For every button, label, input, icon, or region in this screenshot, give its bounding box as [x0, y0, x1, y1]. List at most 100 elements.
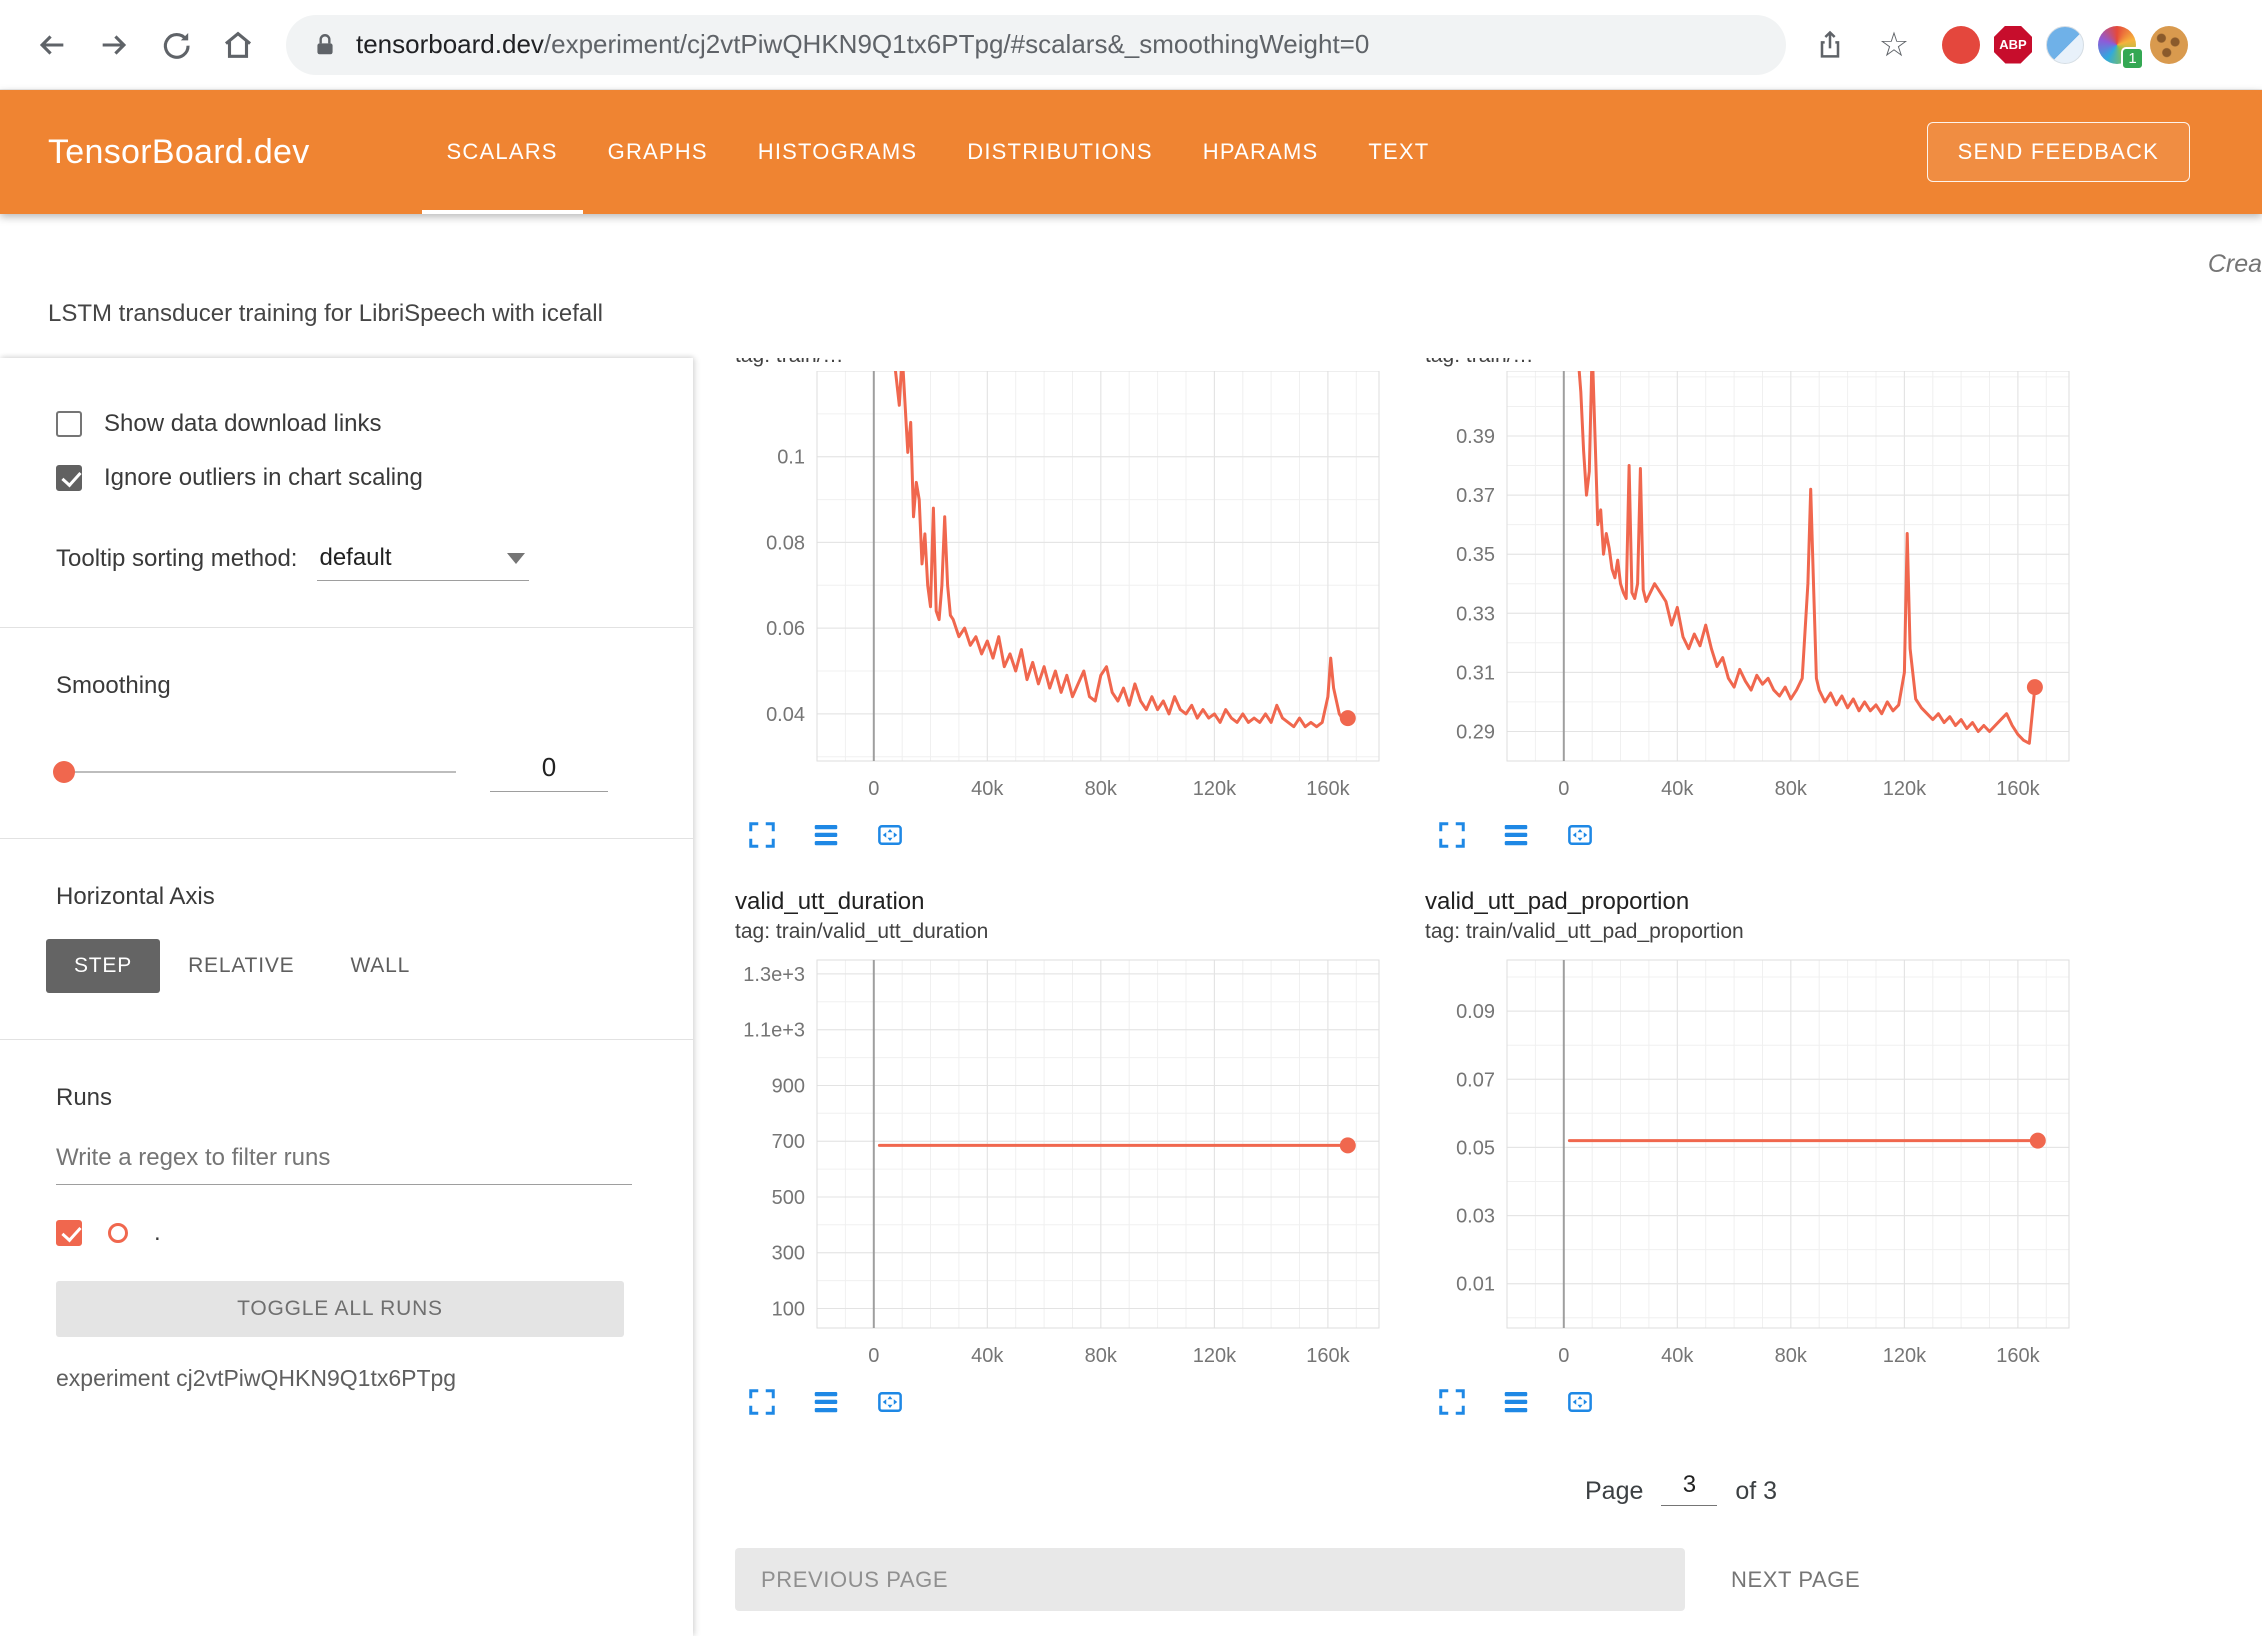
address-bar[interactable]: tensorboard.dev/experiment/cj2vtPiwQHKN9… [286, 15, 1786, 75]
tab-distributions[interactable]: DISTRIBUTIONS [942, 90, 1178, 214]
svg-text:0.31: 0.31 [1456, 662, 1495, 684]
smoothing-slider-thumb[interactable] [53, 761, 75, 783]
run-checkbox[interactable] [56, 1220, 82, 1246]
fit-domain-icon[interactable] [875, 820, 905, 850]
fit-domain-icon[interactable] [1565, 820, 1595, 850]
app-header: TensorBoard.dev SCALARS GRAPHS HISTOGRAM… [0, 90, 2262, 214]
fit-domain-icon[interactable] [1565, 1387, 1595, 1417]
svg-text:40k: 40k [971, 1345, 1004, 1367]
run-list-item[interactable]: . [56, 1219, 618, 1247]
blue-extension-icon[interactable] [2046, 26, 2084, 64]
show-download-links-row[interactable]: Show data download links [56, 410, 618, 438]
abp-label: ABP [1999, 37, 2026, 52]
log-scale-icon[interactable] [1501, 1387, 1531, 1417]
expand-chart-icon[interactable] [747, 820, 777, 850]
toggle-all-runs-button[interactable]: TOGGLE ALL RUNS [56, 1281, 624, 1337]
svg-text:160k: 160k [1306, 1345, 1350, 1367]
reload-icon [159, 28, 193, 62]
log-scale-icon[interactable] [811, 1387, 841, 1417]
svg-text:80k: 80k [1775, 778, 1808, 800]
forward-button[interactable] [86, 17, 142, 73]
svg-text:0: 0 [868, 778, 879, 800]
forward-arrow-icon [97, 28, 131, 62]
line-chart[interactable]: 040k80k120k160k0.010.030.050.070.09 [1425, 950, 2085, 1374]
chart-card-clipped-2: tag: train/… 040k80k120k160k0.290.310.33… [1425, 358, 2095, 850]
svg-text:80k: 80k [1775, 1345, 1808, 1367]
chart-title: valid_utt_pad_proportion [1425, 888, 2095, 916]
svg-text:300: 300 [772, 1243, 805, 1265]
svg-text:0.1: 0.1 [777, 447, 805, 469]
home-button[interactable] [210, 17, 266, 73]
expand-chart-icon[interactable] [1437, 1387, 1467, 1417]
svg-text:120k: 120k [1193, 778, 1237, 800]
svg-text:700: 700 [772, 1131, 805, 1153]
show-download-links-checkbox[interactable] [56, 411, 82, 437]
runs-filter-input[interactable] [56, 1140, 632, 1185]
previous-page-button[interactable]: PREVIOUS PAGE [735, 1548, 1685, 1611]
abp-extension-icon[interactable]: ABP [1994, 26, 2032, 64]
browser-toolbar: tensorboard.dev/experiment/cj2vtPiwQHKN9… [0, 0, 2262, 90]
page-number-input[interactable]: 3 [1661, 1471, 1717, 1506]
back-button[interactable] [24, 17, 80, 73]
next-page-button[interactable]: NEXT PAGE [1731, 1567, 1860, 1593]
tab-scalars[interactable]: SCALARS [422, 90, 583, 214]
reload-button[interactable] [148, 17, 204, 73]
colorwheel-extension-icon[interactable]: 1 [2098, 26, 2136, 64]
svg-text:80k: 80k [1085, 778, 1118, 800]
svg-text:0.08: 0.08 [766, 532, 805, 554]
smoothing-slider[interactable] [56, 771, 456, 773]
pagination: Page 3 of 3 [1585, 1471, 2262, 1506]
ignore-outliers-row[interactable]: Ignore outliers in chart scaling [56, 464, 618, 492]
back-arrow-icon [35, 28, 69, 62]
url-host: tensorboard.dev [356, 29, 544, 59]
cookie-extension-icon[interactable] [2150, 26, 2188, 64]
experiment-id-label: experiment cj2vtPiwQHKN9Q1tx6PTpg [56, 1365, 618, 1392]
tab-text[interactable]: TEXT [1343, 90, 1454, 214]
line-chart[interactable]: 040k80k120k160k0.040.060.080.1 [735, 371, 1395, 807]
svg-text:0.29: 0.29 [1456, 722, 1495, 744]
line-chart[interactable]: 040k80k120k160k0.290.310.330.350.370.39 [1425, 371, 2085, 807]
axis-step-button[interactable]: STEP [46, 939, 160, 993]
svg-text:0: 0 [1558, 1345, 1569, 1367]
expand-chart-icon[interactable] [1437, 820, 1467, 850]
svg-text:120k: 120k [1193, 1345, 1237, 1367]
page-label: Page [1585, 1477, 1643, 1506]
settings-sidebar: Show data download links Ignore outliers… [0, 358, 693, 1636]
tab-histograms[interactable]: HISTOGRAMS [733, 90, 943, 214]
chevron-down-icon [507, 553, 525, 564]
sidebar-divider [0, 627, 693, 628]
svg-text:40k: 40k [1661, 778, 1694, 800]
sidebar-divider [0, 838, 693, 839]
svg-text:160k: 160k [1996, 1345, 2040, 1367]
svg-text:0: 0 [868, 1345, 879, 1367]
bookmark-button[interactable]: ☆ [1866, 17, 1922, 73]
tab-hparams[interactable]: HPARAMS [1178, 90, 1344, 214]
share-icon [1814, 29, 1846, 61]
horizontal-axis-label: Horizontal Axis [56, 883, 618, 911]
line-chart[interactable]: 040k80k120k160k1003005007009001.1e+31.3e… [735, 950, 1395, 1374]
send-feedback-button[interactable]: SEND FEEDBACK [1927, 122, 2190, 182]
smoothing-value-input[interactable]: 0 [490, 752, 608, 792]
created-text-clipped: Crea [2208, 250, 2262, 279]
extension-badge: 1 [2121, 47, 2144, 70]
chart-tag: tag: train/valid_utt_pad_proportion [1425, 920, 2095, 944]
svg-text:40k: 40k [971, 778, 1004, 800]
log-scale-icon[interactable] [811, 820, 841, 850]
fit-domain-icon[interactable] [875, 1387, 905, 1417]
share-button[interactable] [1802, 17, 1858, 73]
svg-text:500: 500 [772, 1187, 805, 1209]
extensions-row: ABP 1 [1942, 26, 2188, 64]
svg-text:0.09: 0.09 [1456, 1001, 1495, 1023]
ignore-outliers-checkbox[interactable] [56, 465, 82, 491]
axis-relative-button[interactable]: RELATIVE [160, 939, 322, 993]
log-scale-icon[interactable] [1501, 820, 1531, 850]
main-nav: SCALARS GRAPHS HISTOGRAMS DISTRIBUTIONS … [422, 90, 1455, 214]
axis-wall-button[interactable]: WALL [322, 939, 438, 993]
expand-chart-icon[interactable] [747, 1387, 777, 1417]
chart-card-valid-utt-pad-proportion: valid_utt_pad_proportion tag: train/vali… [1425, 888, 2095, 1417]
tab-graphs[interactable]: GRAPHS [583, 90, 733, 214]
adblock-extension-icon[interactable] [1942, 26, 1980, 64]
tooltip-sorting-dropdown[interactable]: default [317, 544, 529, 581]
svg-text:100: 100 [772, 1299, 805, 1321]
svg-text:0: 0 [1558, 778, 1569, 800]
